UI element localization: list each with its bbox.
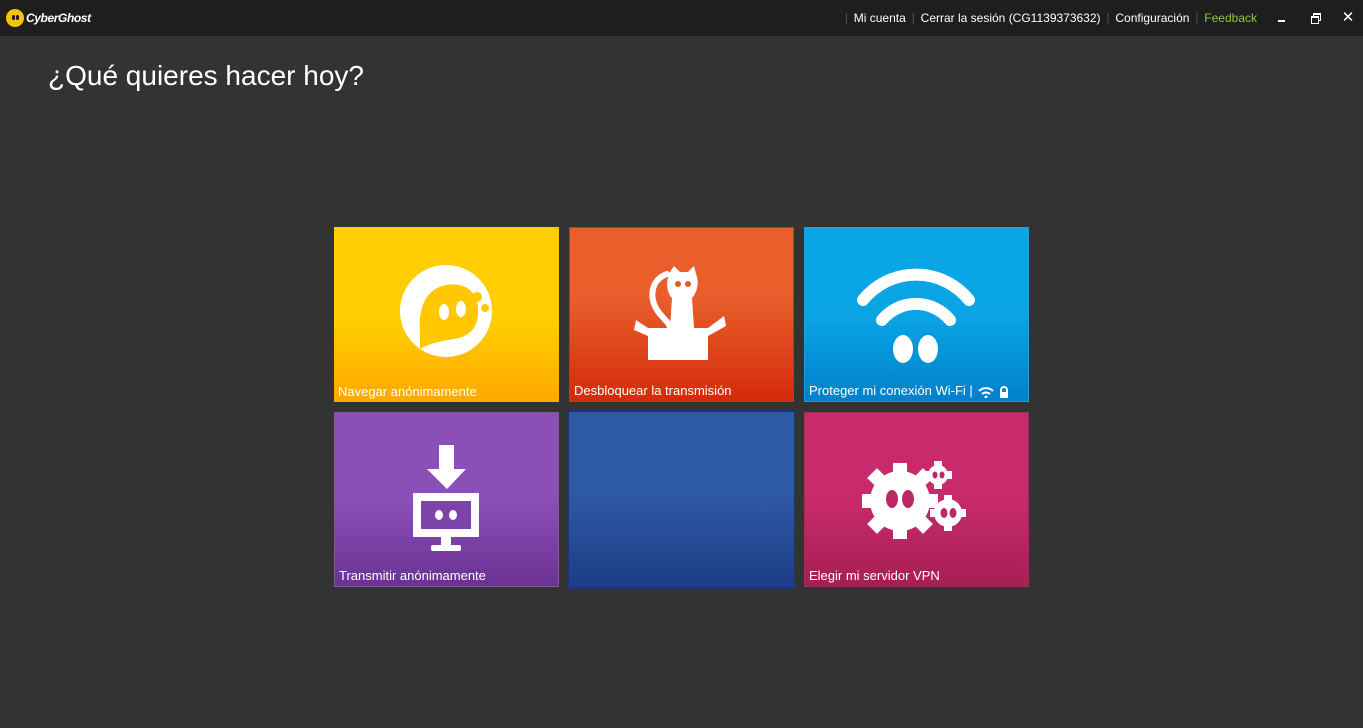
tile-choose-vpn-server[interactable]: Elegir mi servidor VPN — [804, 412, 1029, 587]
tile-label: Elegir mi servidor VPN — [809, 568, 940, 583]
separator: | — [911, 12, 915, 24]
cyberghost-logo: CyberGhost — [6, 8, 91, 28]
title-bar: CyberGhost | Mi cuenta | Cerrar la sesió… — [0, 0, 1363, 36]
wifi-ghost-icon — [857, 268, 975, 363]
close-button[interactable]: ✕ — [1340, 10, 1356, 26]
tile-label: Proteger mi conexión Wi-Fi | — [809, 383, 973, 398]
tile-label: Desbloquear la transmisión — [574, 383, 732, 398]
separator: | — [1195, 12, 1199, 24]
minimize-button[interactable] — [1274, 10, 1290, 26]
tile-empty[interactable] — [567, 410, 796, 589]
separator: | — [844, 12, 848, 24]
cat-box-icon — [634, 266, 726, 360]
tile-label: Navegar anónimamente — [338, 384, 477, 399]
tile-stream-anonymously[interactable]: Transmitir anónimamente — [334, 412, 559, 587]
tile-browse-anonymously[interactable]: Navegar anónimamente — [334, 227, 559, 402]
gears-icon — [862, 461, 966, 539]
wifi-icon — [978, 386, 995, 398]
feedback-link[interactable]: Feedback — [1204, 11, 1257, 25]
my-account-link[interactable]: Mi cuenta — [854, 11, 906, 25]
ghost-logo-icon — [6, 9, 24, 27]
tile-unblock-streaming[interactable]: Desbloquear la transmisión — [569, 227, 794, 402]
ghost-icon — [400, 265, 492, 357]
brand-name: CyberGhost — [26, 11, 91, 25]
tile-protect-wifi[interactable]: Proteger mi conexión Wi-Fi | — [804, 227, 1029, 402]
lock-icon — [1000, 385, 1009, 398]
settings-link[interactable]: Configuración — [1115, 11, 1189, 25]
top-navigation: | Mi cuenta | Cerrar la sesión (CG113937… — [839, 0, 1257, 36]
wifi-status-icons — [978, 385, 1010, 398]
page-heading: ¿Qué quieres hacer hoy? — [48, 60, 364, 91]
download-monitor-icon — [413, 445, 479, 551]
tile-label: Transmitir anónimamente — [339, 568, 486, 583]
logout-link[interactable]: Cerrar la sesión (CG1139373632) — [921, 11, 1101, 25]
tile-label-wrapper: Proteger mi conexión Wi-Fi | — [809, 383, 1010, 398]
separator: | — [1106, 12, 1110, 24]
restore-button[interactable] — [1308, 10, 1324, 26]
